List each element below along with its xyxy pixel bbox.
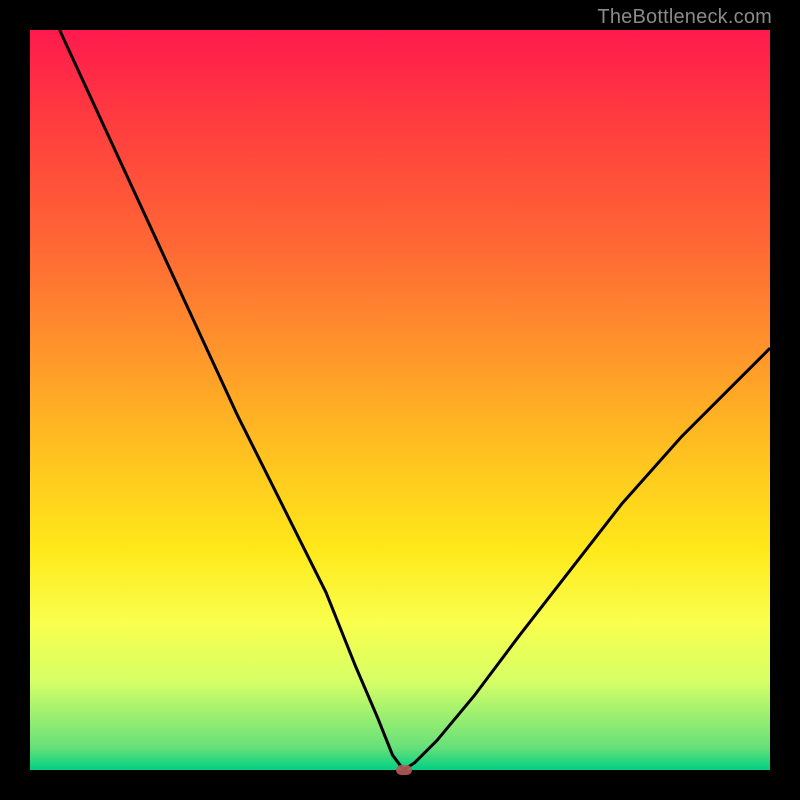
plot-area xyxy=(30,30,770,770)
minimum-marker xyxy=(396,765,412,775)
curve-svg xyxy=(30,30,770,770)
bottleneck-curve xyxy=(60,30,770,770)
watermark-text: TheBottleneck.com xyxy=(597,6,772,29)
chart-frame: TheBottleneck.com xyxy=(0,0,800,800)
